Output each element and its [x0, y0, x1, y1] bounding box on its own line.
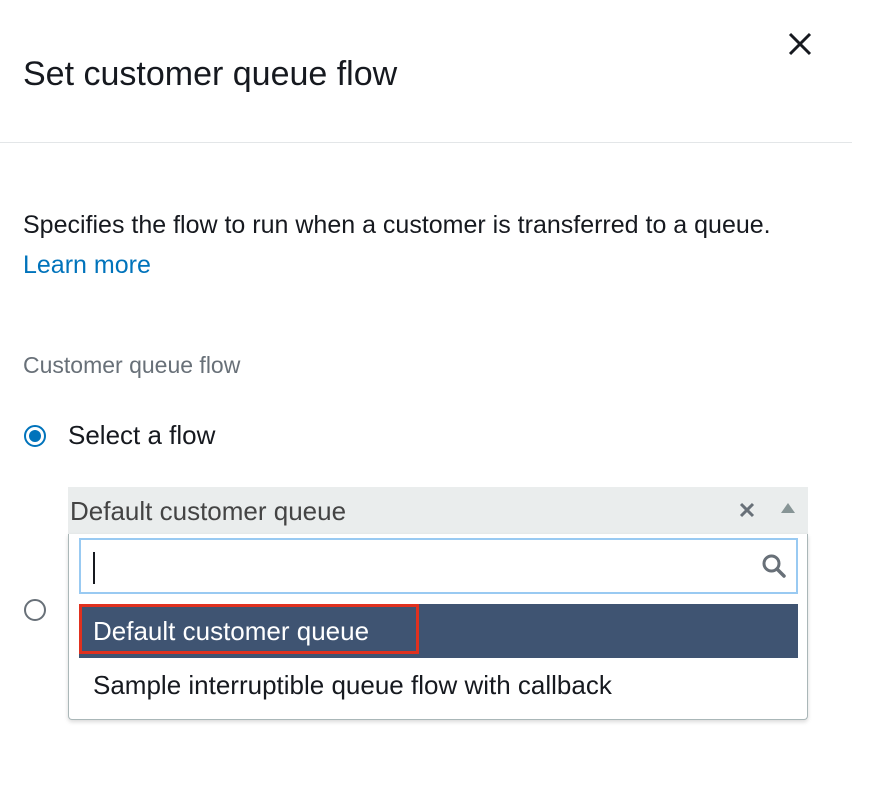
- description-text: Specifies the flow to run when a custome…: [23, 211, 771, 239]
- radio-other-option[interactable]: [24, 599, 46, 621]
- dropdown-search-field[interactable]: [79, 538, 798, 594]
- dropdown-option-default-customer-queue[interactable]: Default customer queue: [79, 604, 798, 658]
- flow-select-value: Default customer queue: [70, 496, 347, 526]
- radio-select-flow-label[interactable]: Select a flow: [68, 418, 215, 452]
- header-divider: [0, 142, 852, 143]
- clear-icon[interactable]: [736, 499, 758, 521]
- search-icon[interactable]: [761, 553, 787, 579]
- field-label: Customer queue flow: [23, 352, 241, 378]
- close-icon[interactable]: [784, 28, 816, 60]
- description: Specifies the flow to run when a custome…: [23, 205, 823, 285]
- panel-title: Set customer queue flow: [23, 55, 398, 93]
- option-label: Default customer queue: [93, 616, 370, 646]
- side-panel: Set customer queue flow Specifies the fl…: [0, 0, 852, 792]
- option-label: Sample interruptible queue flow with cal…: [93, 670, 612, 700]
- dropdown-option-sample-interruptible[interactable]: Sample interruptible queue flow with cal…: [79, 658, 798, 712]
- radio-select-flow[interactable]: [24, 425, 46, 447]
- flow-select[interactable]: Default customer queue: [68, 487, 808, 535]
- flow-dropdown: Default customer queue Sample interrupti…: [68, 534, 808, 720]
- caret-up-icon[interactable]: [780, 501, 796, 515]
- dropdown-search-input[interactable]: [91, 550, 745, 584]
- learn-more-link[interactable]: Learn more: [23, 251, 151, 279]
